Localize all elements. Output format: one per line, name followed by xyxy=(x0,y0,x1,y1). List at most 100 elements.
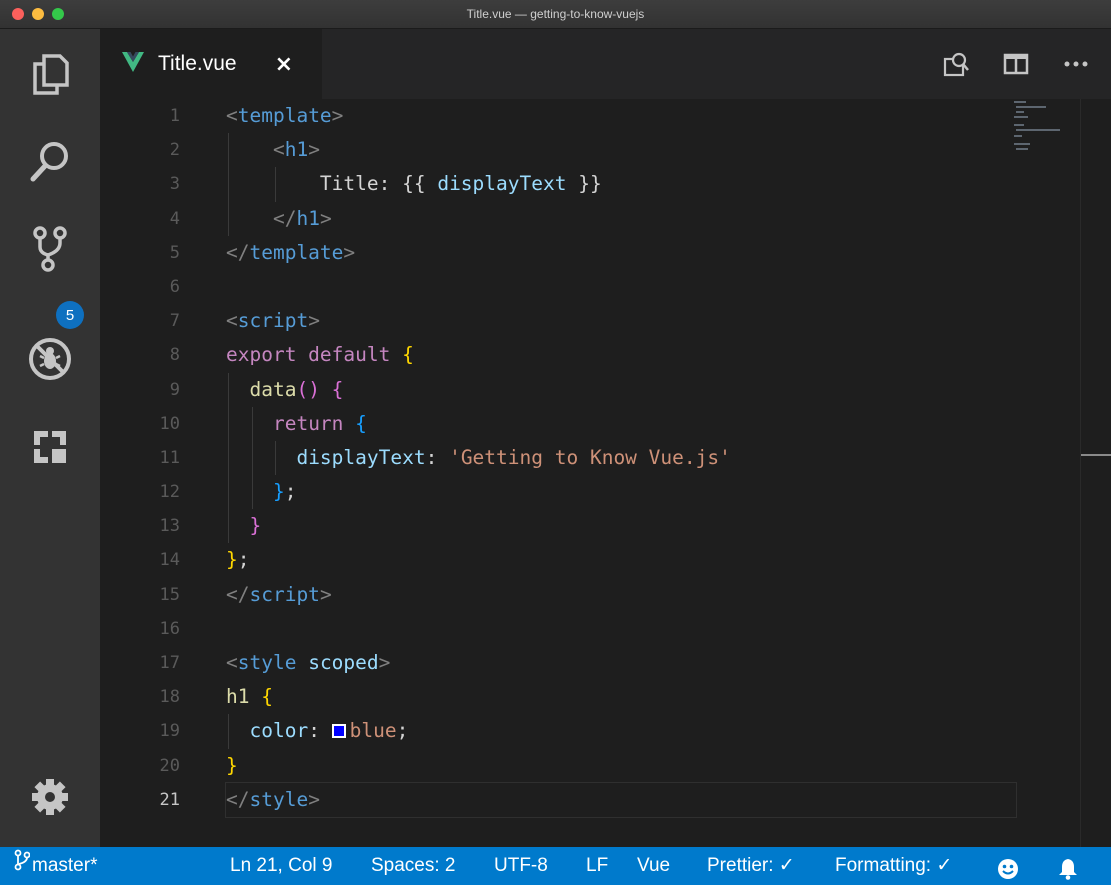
line-number: 6 xyxy=(169,276,180,297)
line-number: 19 xyxy=(159,721,180,742)
feedback-smiley-icon[interactable] xyxy=(997,856,1019,879)
line-number: 11 xyxy=(159,447,180,468)
code-lines[interactable]: <template> <h1> Title: {{ displayText }}… xyxy=(225,99,1017,818)
line-number: 1 xyxy=(169,106,180,126)
code-token: ; xyxy=(396,719,409,743)
code-token: export default xyxy=(226,343,403,367)
line-number: 14 xyxy=(159,550,180,571)
code-line[interactable]: data() { xyxy=(226,372,1016,407)
code-line[interactable]: </script> xyxy=(226,578,1016,612)
line-number: 2 xyxy=(169,140,180,161)
explorer-icon[interactable] xyxy=(25,49,75,99)
code-token: > xyxy=(308,309,320,333)
vscode-window: Title.vue — getting-to-know-vuejs 5 Titl… xyxy=(0,0,1111,885)
line-number: 8 xyxy=(169,345,180,366)
prettier-status[interactable]: Prettier: ✓ xyxy=(707,847,795,885)
code-line[interactable]: </h1> xyxy=(226,201,1016,236)
branch-indicator[interactable]: master* xyxy=(14,847,97,885)
code-line[interactable]: Title: {{ displayText }} xyxy=(226,167,1016,202)
code-token: h1 xyxy=(296,206,320,230)
code-token: 'Getting to Know Vue.js' xyxy=(449,445,731,469)
code-token: </ xyxy=(226,787,250,811)
indent-guide xyxy=(228,509,229,544)
encoding-setting[interactable]: UTF-8 xyxy=(494,847,548,885)
code-line[interactable]: </template> xyxy=(226,236,1016,270)
code-line[interactable]: h1 { xyxy=(226,680,1016,714)
line-number: 13 xyxy=(159,516,180,537)
code-token: ; xyxy=(237,548,250,572)
code-token: template xyxy=(237,104,332,127)
settings-gear-icon[interactable] xyxy=(25,772,75,822)
tab-label: Title.vue xyxy=(158,52,237,75)
code-line[interactable] xyxy=(226,270,1016,304)
indent-guide xyxy=(228,475,229,510)
tab-title-vue[interactable]: Title.vue × xyxy=(100,29,322,99)
formatting-status[interactable]: Formatting: ✓ xyxy=(835,847,952,885)
notifications-bell-icon[interactable] xyxy=(1058,856,1078,880)
code-token: { xyxy=(261,685,273,709)
more-actions-icon[interactable] xyxy=(1061,49,1091,79)
branch-name: master* xyxy=(32,855,98,876)
code-token: template xyxy=(249,240,344,264)
code-token: > xyxy=(343,240,356,264)
eol-setting[interactable]: LF xyxy=(586,847,608,885)
split-editor-icon[interactable] xyxy=(1001,49,1031,79)
close-tab-icon[interactable]: × xyxy=(275,52,293,77)
code-token: ; xyxy=(284,480,297,504)
indent-guide xyxy=(228,440,229,476)
language-mode[interactable]: Vue xyxy=(637,847,670,885)
indentation-setting[interactable]: Spaces: 2 xyxy=(371,847,456,885)
indent-guide xyxy=(251,475,253,510)
code-token: < xyxy=(226,104,238,127)
line-number: 16 xyxy=(159,618,180,639)
line-number: 12 xyxy=(159,482,180,503)
code-line[interactable] xyxy=(226,612,1016,646)
line-number-gutter: 1 2 3 4 5 6 7 8 9 10 11 12 13 14 15 16 17 18 19 20 21 xyxy=(100,99,180,817)
code-line[interactable]: }; xyxy=(226,543,1016,577)
cursor-position[interactable]: Ln 21, Col 9 xyxy=(230,847,332,885)
code-line[interactable]: color: blue; xyxy=(226,714,1016,749)
code-token: script xyxy=(249,582,320,606)
code-line[interactable]: } xyxy=(226,749,1016,783)
line-number: 4 xyxy=(169,208,180,229)
code-line[interactable]: export default { xyxy=(226,338,1016,372)
code-token: < xyxy=(272,138,285,162)
code-token: } xyxy=(226,548,238,572)
branch-icon xyxy=(14,847,31,885)
open-preview-icon[interactable] xyxy=(941,49,971,79)
code-line[interactable]: <h1> xyxy=(226,133,1016,168)
editor-tab-bar: Title.vue × xyxy=(100,29,1111,99)
code-line[interactable]: <style scoped> xyxy=(226,646,1016,680)
code-line[interactable]: <script> xyxy=(226,304,1016,338)
indent-guide xyxy=(228,406,229,441)
vertical-scrollbar[interactable] xyxy=(1080,99,1111,847)
code-token: data xyxy=(249,377,297,401)
color-swatch-icon[interactable] xyxy=(331,724,346,739)
indent-guide xyxy=(251,406,253,441)
source-control-icon[interactable] xyxy=(25,224,75,274)
status-bar: master* Ln 21, Col 9 Spaces: 2 UTF-8 LF … xyxy=(0,847,1111,885)
code-line[interactable]: </style> xyxy=(225,781,1017,818)
minimap[interactable] xyxy=(1012,99,1082,159)
extensions-icon[interactable] xyxy=(25,422,75,472)
line-number: 21 xyxy=(159,789,180,810)
code-line[interactable]: return { xyxy=(226,406,1016,441)
code-token: { xyxy=(402,343,414,367)
debug-icon[interactable] xyxy=(25,334,75,384)
code-token: style xyxy=(249,787,309,811)
search-icon[interactable] xyxy=(25,136,75,186)
code-token: style xyxy=(237,651,297,674)
code-line[interactable]: }; xyxy=(226,475,1016,510)
code-line[interactable]: } xyxy=(226,509,1016,544)
code-line[interactable]: displayText: 'Getting to Know Vue.js' xyxy=(226,440,1016,476)
source-control-badge: 5 xyxy=(56,301,84,329)
code-editor[interactable]: 1 2 3 4 5 6 7 8 9 10 11 12 13 14 15 16 17 18 19 20 21 <templ… xyxy=(100,99,1111,847)
indent-guide xyxy=(228,167,229,202)
line-number: 15 xyxy=(159,584,180,605)
line-number: 7 xyxy=(169,311,180,332)
code-line[interactable]: <template> xyxy=(226,99,1016,133)
